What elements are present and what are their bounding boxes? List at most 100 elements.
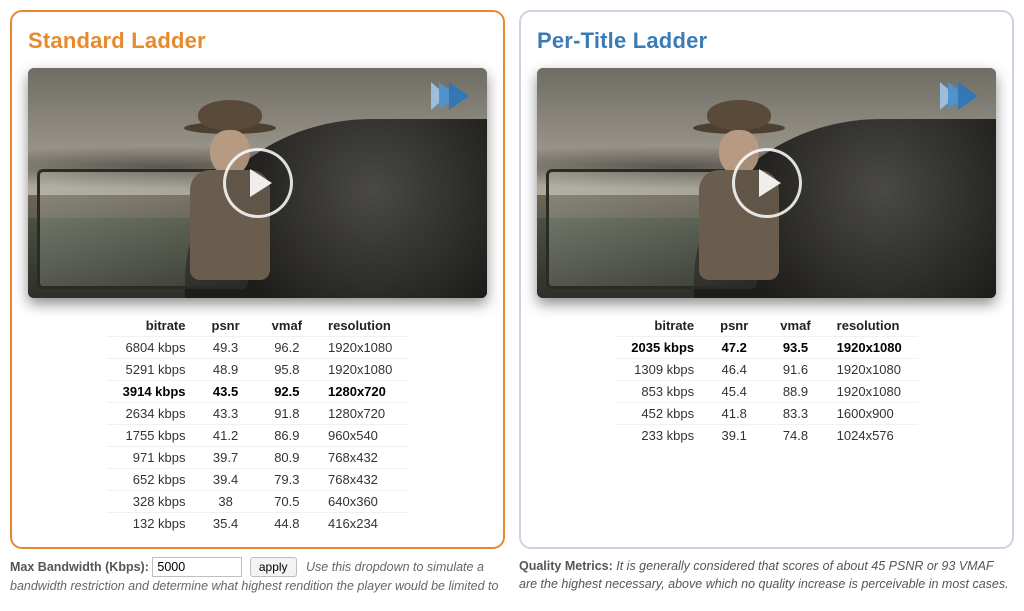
cell-bitrate: 6804 kbps [106, 337, 195, 359]
cell-psnr: 48.9 [196, 359, 256, 381]
col-resolution: resolution [827, 315, 919, 337]
table-row[interactable]: 3914 kbps43.592.51280x720 [106, 381, 409, 403]
cell-res: 1280x720 [318, 403, 409, 425]
cell-vmaf: 96.2 [256, 337, 318, 359]
apply-button[interactable]: apply [250, 557, 297, 577]
cell-vmaf: 91.8 [256, 403, 318, 425]
cell-res: 1920x1080 [318, 337, 409, 359]
cell-vmaf: 79.3 [256, 469, 318, 491]
pertitle-ladder-title: Per-Title Ladder [537, 28, 996, 54]
cell-vmaf: 83.3 [764, 403, 826, 425]
cell-psnr: 39.4 [196, 469, 256, 491]
col-vmaf: vmaf [764, 315, 826, 337]
quality-metrics-note: Quality Metrics: It is generally conside… [519, 557, 1014, 595]
cell-bitrate: 3914 kbps [106, 381, 195, 403]
table-row[interactable]: 971 kbps39.780.9768x432 [106, 447, 409, 469]
table-row[interactable]: 233 kbps39.174.81024x576 [615, 425, 918, 447]
table-row[interactable]: 328 kbps3870.5640x360 [106, 491, 409, 513]
cell-res: 1920x1080 [827, 359, 919, 381]
table-header-row: bitrate psnr vmaf resolution [106, 315, 409, 337]
cell-bitrate: 2634 kbps [106, 403, 195, 425]
pertitle-ladder-card: Per-Title Ladder bitrate psnr vma [519, 10, 1014, 549]
standard-ladder-card: Standard Ladder bitrate psnr vmaf [10, 10, 505, 549]
table-row[interactable]: 1309 kbps46.491.61920x1080 [615, 359, 918, 381]
cell-psnr: 35.4 [196, 513, 256, 535]
col-bitrate: bitrate [106, 315, 195, 337]
cell-vmaf: 91.6 [764, 359, 826, 381]
cell-res: 1920x1080 [827, 381, 919, 403]
cell-res: 1600x900 [827, 403, 919, 425]
cell-res: 1280x720 [318, 381, 409, 403]
cell-bitrate: 452 kbps [615, 403, 704, 425]
cell-psnr: 49.3 [196, 337, 256, 359]
play-button[interactable] [223, 148, 293, 218]
bandwidth-label: Max Bandwidth (Kbps): [10, 560, 149, 574]
cell-bitrate: 132 kbps [106, 513, 195, 535]
cell-bitrate: 5291 kbps [106, 359, 195, 381]
col-bitrate: bitrate [615, 315, 704, 337]
cell-res: 960x540 [318, 425, 409, 447]
col-vmaf: vmaf [256, 315, 318, 337]
cell-bitrate: 652 kbps [106, 469, 195, 491]
table-row[interactable]: 652 kbps39.479.3768x432 [106, 469, 409, 491]
cell-res: 1920x1080 [318, 359, 409, 381]
cell-vmaf: 92.5 [256, 381, 318, 403]
table-row[interactable]: 1755 kbps41.286.9960x540 [106, 425, 409, 447]
standard-ladder-title: Standard Ladder [28, 28, 487, 54]
cell-bitrate: 853 kbps [615, 381, 704, 403]
cell-psnr: 45.4 [704, 381, 764, 403]
cell-psnr: 39.7 [196, 447, 256, 469]
col-resolution: resolution [318, 315, 409, 337]
standard-video-player[interactable] [28, 68, 487, 298]
cell-res: 1920x1080 [827, 337, 919, 359]
brand-chevrons-icon [948, 82, 978, 110]
table-header-row: bitrate psnr vmaf resolution [615, 315, 918, 337]
pertitle-ladder-table: bitrate psnr vmaf resolution 2035 kbps47… [614, 314, 918, 447]
cell-vmaf: 44.8 [256, 513, 318, 535]
cell-vmaf: 86.9 [256, 425, 318, 447]
cell-bitrate: 233 kbps [615, 425, 704, 447]
cell-res: 640x360 [318, 491, 409, 513]
cell-res: 416x234 [318, 513, 409, 535]
cell-bitrate: 2035 kbps [615, 337, 704, 359]
cell-vmaf: 80.9 [256, 447, 318, 469]
cell-vmaf: 95.8 [256, 359, 318, 381]
bandwidth-input[interactable] [152, 557, 242, 577]
cell-psnr: 46.4 [704, 359, 764, 381]
standard-ladder-tbody: 6804 kbps49.396.21920x10805291 kbps48.99… [106, 337, 409, 535]
cell-res: 1024x576 [827, 425, 919, 447]
table-row[interactable]: 853 kbps45.488.91920x1080 [615, 381, 918, 403]
cell-bitrate: 1309 kbps [615, 359, 704, 381]
table-row[interactable]: 452 kbps41.883.31600x900 [615, 403, 918, 425]
table-row[interactable]: 5291 kbps48.995.81920x1080 [106, 359, 409, 381]
standard-ladder-table: bitrate psnr vmaf resolution 6804 kbps49… [106, 314, 410, 535]
quality-metrics-label: Quality Metrics: [519, 559, 613, 573]
cell-res: 768x432 [318, 447, 409, 469]
pertitle-ladder-tbody: 2035 kbps47.293.51920x10801309 kbps46.49… [615, 337, 918, 447]
cell-bitrate: 328 kbps [106, 491, 195, 513]
play-button[interactable] [732, 148, 802, 218]
cell-res: 768x432 [318, 469, 409, 491]
cell-psnr: 43.5 [196, 381, 256, 403]
cell-psnr: 38 [196, 491, 256, 513]
cell-bitrate: 1755 kbps [106, 425, 195, 447]
col-psnr: psnr [196, 315, 256, 337]
play-icon [250, 169, 272, 197]
cell-psnr: 39.1 [704, 425, 764, 447]
cell-vmaf: 93.5 [764, 337, 826, 359]
table-row[interactable]: 2634 kbps43.391.81280x720 [106, 403, 409, 425]
table-row[interactable]: 6804 kbps49.396.21920x1080 [106, 337, 409, 359]
bandwidth-controls: Max Bandwidth (Kbps): apply Use this dro… [10, 557, 505, 595]
cell-psnr: 43.3 [196, 403, 256, 425]
brand-chevrons-icon [439, 82, 469, 110]
cell-bitrate: 971 kbps [106, 447, 195, 469]
cell-vmaf: 74.8 [764, 425, 826, 447]
cell-psnr: 41.8 [704, 403, 764, 425]
cell-psnr: 41.2 [196, 425, 256, 447]
cell-psnr: 47.2 [704, 337, 764, 359]
pertitle-video-player[interactable] [537, 68, 996, 298]
play-icon [759, 169, 781, 197]
cell-vmaf: 70.5 [256, 491, 318, 513]
table-row[interactable]: 2035 kbps47.293.51920x1080 [615, 337, 918, 359]
table-row[interactable]: 132 kbps35.444.8416x234 [106, 513, 409, 535]
